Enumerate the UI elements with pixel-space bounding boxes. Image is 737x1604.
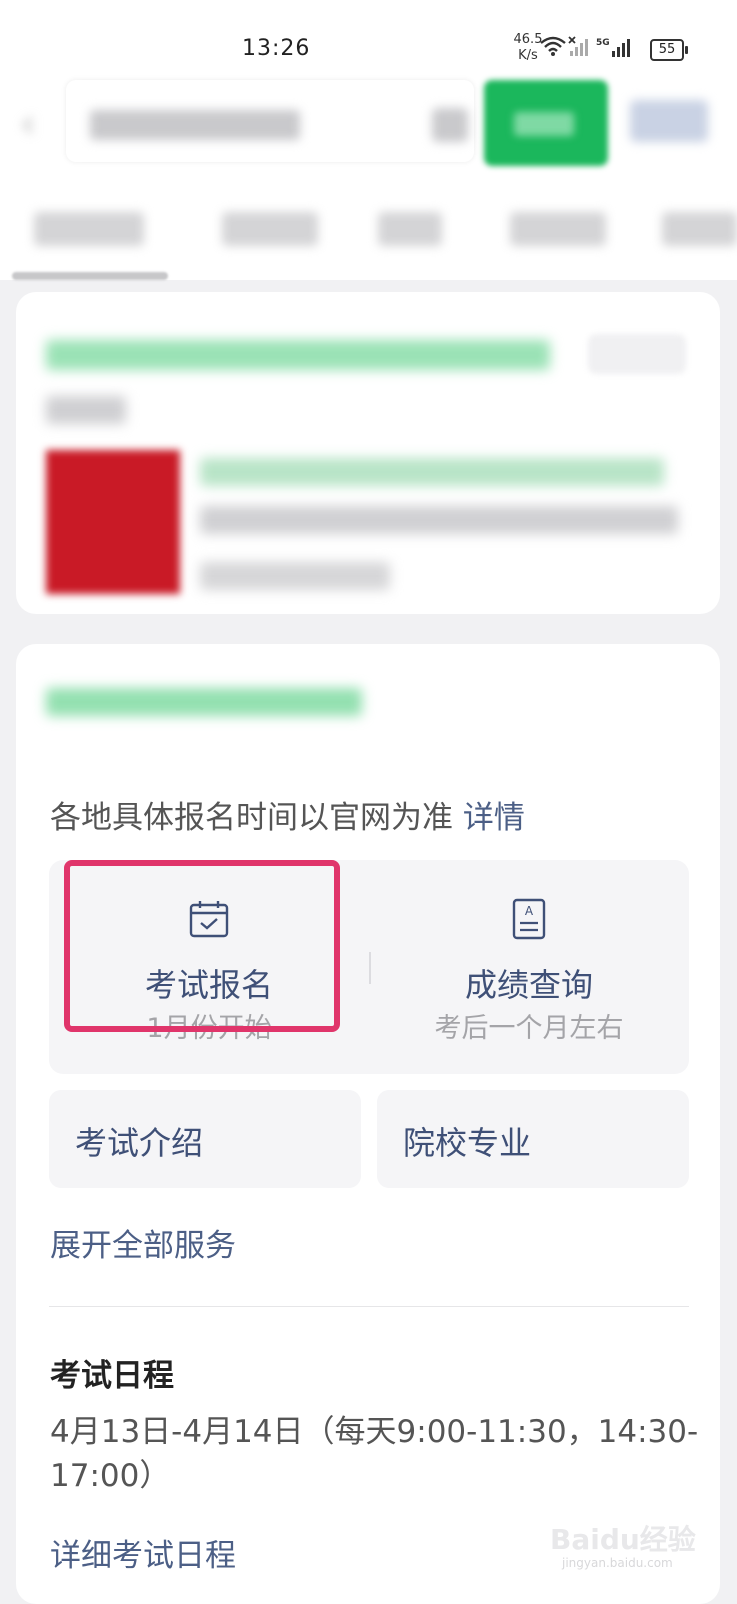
signal-5g-icon: 5G <box>596 38 630 57</box>
status-time: 13:26 <box>242 36 311 61</box>
baidu-jingyan-watermark: Baidu经验 <box>550 1523 696 1556</box>
section-divider <box>49 1306 689 1307</box>
registration-notice: 各地具体报名时间以官网为准 详情 <box>50 792 525 837</box>
expand-all-services-link[interactable]: 展开全部服务 <box>50 1220 236 1265</box>
score-query-subtitle: 考后一个月左右 <box>434 1013 624 1044</box>
signal-5g-label: 5G <box>596 38 610 48</box>
highlight-box <box>64 860 340 1032</box>
wifi-icon <box>540 36 566 56</box>
cancel-button[interactable] <box>630 100 708 142</box>
watermark-url: jingyan.baidu.com <box>562 1556 673 1570</box>
ad-desc-line2-redacted <box>200 506 678 534</box>
tab-3[interactable] <box>378 212 442 246</box>
ad-thumbnail <box>46 450 180 594</box>
tab-5[interactable] <box>662 212 737 246</box>
exam-card-title-redacted[interactable] <box>46 688 362 716</box>
notice-text: 各地具体报名时间以官网为准 <box>50 800 453 836</box>
exam-intro-button[interactable]: 考试介绍 <box>49 1090 361 1188</box>
ad-source-redacted <box>200 562 390 590</box>
schedule-detail: 4月13日-4月14日（每天9:00-11:30，14:30-17:00） <box>50 1414 699 1494</box>
document-icon: A <box>512 898 546 940</box>
active-tab-indicator <box>12 272 168 280</box>
score-query-title: 成绩查询 <box>464 966 593 1004</box>
clear-search-icon[interactable] <box>432 108 468 142</box>
tab-4[interactable] <box>510 212 606 246</box>
schools-majors-button[interactable]: 院校专业 <box>377 1090 689 1188</box>
tab-1[interactable] <box>34 212 144 246</box>
schedule-detail-link[interactable]: 详细考试日程 <box>50 1530 236 1575</box>
battery-indicator: 55 <box>650 39 688 61</box>
ad-title-redacted <box>46 340 550 370</box>
ad-desc-line1-redacted <box>200 458 664 486</box>
schedule-title: 考试日程 <box>50 1358 174 1394</box>
ad-title-line2-redacted <box>46 396 126 424</box>
signal-no-sim-icon <box>568 36 588 56</box>
back-arrow-icon[interactable]: ‹ <box>20 104 36 144</box>
search-query-redacted <box>90 110 300 140</box>
ad-badge[interactable] <box>588 334 686 374</box>
exam-intro-label: 考试介绍 <box>75 1124 204 1162</box>
tab-2[interactable] <box>222 212 318 246</box>
svg-text:A: A <box>525 904 534 918</box>
score-query-button[interactable]: A 成绩查询 考后一个月左右 <box>369 860 689 1074</box>
search-button-label-redacted <box>514 112 574 136</box>
schools-majors-label: 院校专业 <box>403 1124 532 1162</box>
notice-detail-link[interactable]: 详情 <box>463 800 525 836</box>
